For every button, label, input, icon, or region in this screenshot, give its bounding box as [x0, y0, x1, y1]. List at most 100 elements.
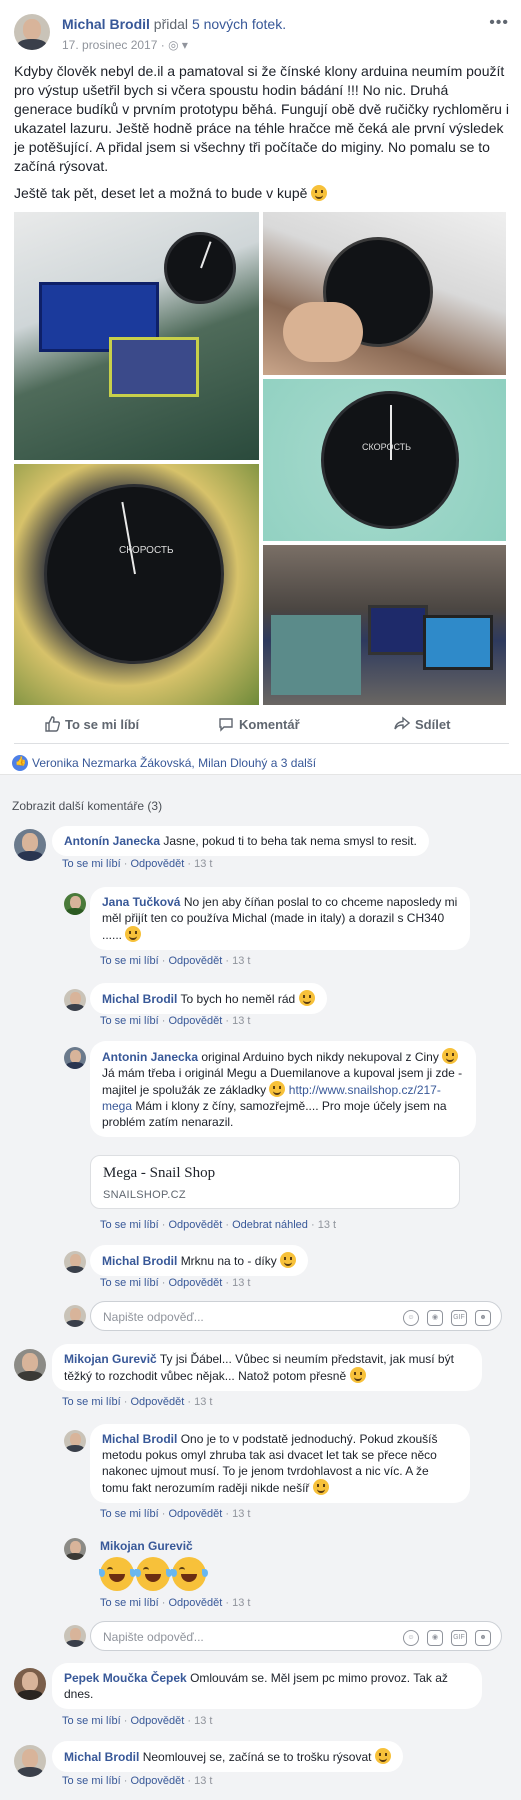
post-date[interactable]: 17. prosinec 2017 ·: [62, 38, 168, 52]
photo-5[interactable]: [263, 545, 506, 705]
monitor-2: [423, 615, 493, 670]
sticker-icon[interactable]: ☻: [475, 1630, 491, 1646]
comment-bubble: Michal Brodil Mrknu na to - díky: [90, 1245, 309, 1276]
comment-button[interactable]: Komentář: [218, 716, 300, 732]
reply-input[interactable]: Napište odpověď... ☺ ◉ GIF ☻: [90, 1301, 502, 1331]
speed-gauge: СКОРОСТЬ: [321, 391, 459, 529]
comment-meta: To se mi líbí · Odpovědět · 13 t: [100, 1597, 251, 1609]
more-options-icon[interactable]: •••: [489, 14, 509, 32]
comment-bubble: Antonin Janecka original Arduino bych ni…: [90, 1041, 476, 1137]
sticker-icon[interactable]: ☻: [475, 1310, 491, 1326]
author-avatar[interactable]: [14, 14, 50, 50]
smile-emoji-icon: [442, 1048, 459, 1064]
sticker-laughing: [99, 1557, 208, 1594]
emoji-icon[interactable]: ☺: [403, 1310, 419, 1326]
smile-emoji-icon: [311, 185, 328, 201]
comment-text: To bych ho neměl rád: [180, 992, 296, 1006]
post-action: přidal: [153, 16, 189, 32]
comment-bubble: Jana Tučková No jen aby číňan poslal to …: [90, 887, 470, 950]
avatar[interactable]: [14, 1349, 46, 1381]
confused-emoji-icon: [298, 990, 315, 1006]
reply-tools: ☺ ◉ GIF ☻: [395, 1628, 491, 1646]
comment-author[interactable]: Antonín Janecka: [64, 834, 160, 848]
comment-reply-link[interactable]: Odpovědět: [130, 858, 184, 870]
comment-text: Neomlouvej se, začíná se to trošku rýsov…: [142, 1750, 372, 1764]
comment-author[interactable]: Michal Brodil: [102, 992, 177, 1006]
monitor-1: [368, 605, 428, 655]
smile-emoji-icon: [269, 1081, 286, 1097]
comment-author[interactable]: Pepek Moučka Čepek: [64, 1671, 187, 1685]
reply-tools: ☺ ◉ GIF ☻: [395, 1308, 491, 1326]
comment-meta: To se mi líbí · Odpovědět · Odebrat náhl…: [100, 1219, 337, 1231]
small-dial: [164, 232, 236, 304]
comment-author[interactable]: Jana Tučková: [102, 895, 180, 909]
photos-link[interactable]: 5 nových fotek.: [192, 16, 286, 32]
comment-icon: [219, 718, 233, 732]
comment-bubble: Michal Brodil To bych ho neměl rád: [90, 983, 327, 1014]
link-preview-title: Mega - Snail Shop: [103, 1165, 216, 1181]
view-more-comments[interactable]: Zobrazit další komentáře (3): [12, 799, 162, 813]
comment-text: Mrknu na to - díky: [180, 1254, 277, 1268]
comment-author[interactable]: Antonin Janecka: [102, 1050, 198, 1064]
thumbs-up-icon: [45, 716, 60, 732]
photo-2[interactable]: [263, 212, 506, 375]
laughing-emoji-icon: [171, 1557, 208, 1591]
comment-meta: To se mi líbí · Odpovědět · 13 t: [62, 1396, 213, 1408]
comment-bubble: Michal Brodil Ono je to v podstatě jedno…: [90, 1424, 470, 1503]
reply-placeholder: Napište odpověď...: [103, 1630, 204, 1644]
gif-icon[interactable]: GIF: [451, 1310, 467, 1326]
like-button[interactable]: To se mi líbí: [44, 716, 139, 732]
share-button[interactable]: Sdílet: [394, 716, 450, 732]
remove-preview-link[interactable]: Odebrat náhled: [232, 1219, 308, 1231]
hand: [283, 302, 363, 362]
speed-gauge-large: СКОРОСТЬ: [44, 484, 224, 664]
gauge-label: СКОРОСТЬ: [362, 442, 412, 452]
camera-icon[interactable]: ◉: [427, 1310, 443, 1326]
comment-time[interactable]: 13 t: [194, 858, 212, 870]
share-icon: [394, 716, 410, 730]
gif-icon[interactable]: GIF: [451, 1630, 467, 1646]
post-text-paragraph-2: Ještě tak pět, deset let a možná to bude…: [14, 184, 509, 203]
photo-1[interactable]: [14, 212, 259, 460]
author-name[interactable]: Michal Brodil: [62, 16, 150, 32]
avatar[interactable]: [64, 1538, 86, 1560]
post-author-line: Michal Brodil přidal 5 nových fotek.: [62, 16, 286, 32]
avatar[interactable]: [64, 1251, 86, 1273]
comment-author[interactable]: Michal Brodil: [102, 1254, 177, 1268]
comment-meta: To se mi líbí · Odpovědět · 13 t: [62, 858, 213, 870]
comment-author[interactable]: Michal Brodil: [102, 1432, 177, 1446]
comment-meta: To se mi líbí · Odpovědět · 13 t: [100, 955, 251, 967]
link-preview-domain: SNAILSHOP.CZ: [103, 1189, 186, 1201]
emoji-icon[interactable]: ☺: [403, 1630, 419, 1646]
laughing-emoji-icon: [125, 926, 142, 942]
comment-bubble: Mikojan Gurevič Ty jsi Ďábel... Vůbec si…: [52, 1344, 482, 1391]
privacy-icon[interactable]: ◎ ▾: [168, 38, 188, 52]
like-reaction-icon: [12, 755, 28, 771]
reply-placeholder: Napište odpověď...: [103, 1310, 204, 1324]
camera-icon[interactable]: ◉: [427, 1630, 443, 1646]
comment-meta: To se mi líbí · Odpovědět · 13 t: [100, 1277, 251, 1289]
reactions-summary[interactable]: Veronika Nezmarka Žákovská, Milan Dlouhý…: [12, 755, 316, 771]
comment-meta: To se mi líbí · Odpovědět · 13 t: [62, 1775, 213, 1787]
avatar[interactable]: [64, 893, 86, 915]
avatar[interactable]: [14, 829, 46, 861]
avatar[interactable]: [64, 1047, 86, 1069]
comment-author[interactable]: Michal Brodil: [64, 1750, 139, 1764]
avatar[interactable]: [64, 1430, 86, 1452]
post-header: Michal Brodil přidal 5 nových fotek. 17.…: [14, 14, 509, 54]
avatar[interactable]: [14, 1668, 46, 1700]
photo-3[interactable]: СКОРОСТЬ: [263, 379, 506, 541]
comment-bubble: Michal Brodil Neomlouvej se, začíná se t…: [52, 1741, 403, 1772]
avatar[interactable]: [64, 989, 86, 1011]
reply-input[interactable]: Napište odpověď... ☺ ◉ GIF ☻: [90, 1621, 502, 1651]
comment-author[interactable]: Mikojan Gurevič: [100, 1539, 193, 1553]
comment-author[interactable]: Mikojan Gurevič: [64, 1352, 157, 1366]
gauge-label-large: СКОРОСТЬ: [119, 545, 174, 556]
avatar[interactable]: [14, 1745, 46, 1777]
link-preview-card[interactable]: Mega - Snail Shop SNAILSHOP.CZ: [90, 1155, 460, 1209]
comment-like-link[interactable]: To se mi líbí: [62, 858, 121, 870]
grin-emoji-icon: [349, 1367, 366, 1383]
photo-4[interactable]: СКОРОСТЬ: [14, 464, 259, 705]
photo-gallery: СКОРОСТЬ СКОРОСТЬ: [14, 212, 506, 705]
comment-bubble: Pepek Moučka Čepek Omlouvám se. Měl jsem…: [52, 1663, 482, 1709]
